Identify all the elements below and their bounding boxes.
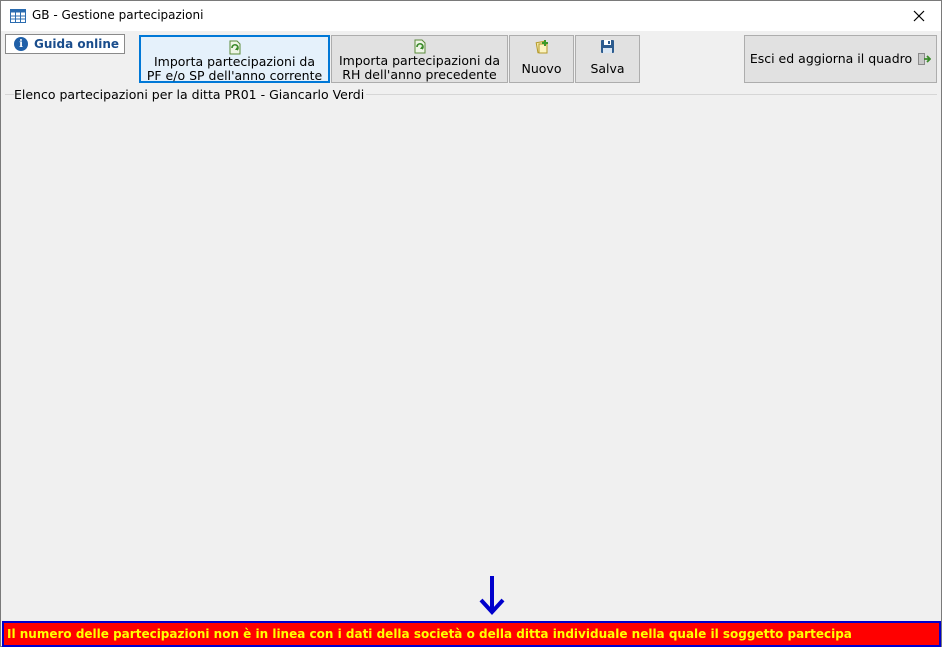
- import-pf-line2: PF e/o SP dell'anno corrente: [146, 68, 323, 83]
- nuovo-button[interactable]: Nuovo: [509, 35, 574, 83]
- import-rh-line2: RH dell'anno precedente: [342, 67, 497, 82]
- close-icon: [913, 10, 925, 22]
- guida-online-button[interactable]: i Guida online: [5, 34, 125, 54]
- import-icon: [414, 39, 425, 54]
- import-rh-line1: Importa partecipazioni da: [338, 53, 501, 68]
- window-title: GB - Gestione partecipazioni: [32, 8, 204, 22]
- close-button[interactable]: [897, 1, 941, 31]
- salva-button[interactable]: Salva: [575, 35, 640, 83]
- warning-status-bar: Il numero delle partecipazioni non è in …: [2, 621, 941, 647]
- info-icon: i: [14, 37, 28, 51]
- arrow-down-icon: [479, 576, 505, 615]
- table-icon: [10, 9, 26, 23]
- new-document-icon: [535, 40, 548, 54]
- floppy-disk-icon: [601, 40, 614, 53]
- section-title: Elenco partecipazioni per la ditta PR01 …: [14, 87, 367, 102]
- salva-label: Salva: [590, 61, 625, 76]
- nuovo-label: Nuovo: [521, 61, 562, 76]
- esci-aggiorna-label: Esci ed aggiorna il quadro: [749, 51, 913, 66]
- main-window: GB - Gestione partecipazioni i Guida onl…: [0, 0, 942, 647]
- title-bar: GB - Gestione partecipazioni: [1, 1, 941, 31]
- exit-door-icon: [918, 53, 932, 65]
- import-pf-line1: Importa partecipazioni da: [153, 54, 316, 69]
- warning-message: Il numero delle partecipazioni non è in …: [7, 627, 852, 641]
- import-icon: [229, 40, 240, 55]
- esci-aggiorna-button[interactable]: Esci ed aggiorna il quadro: [744, 35, 937, 83]
- guida-online-label: Guida online: [34, 37, 120, 51]
- import-rh-button[interactable]: Importa partecipazioni da RH dell'anno p…: [331, 35, 508, 83]
- import-pf-sp-button[interactable]: Importa partecipazioni da PF e/o SP dell…: [139, 35, 330, 83]
